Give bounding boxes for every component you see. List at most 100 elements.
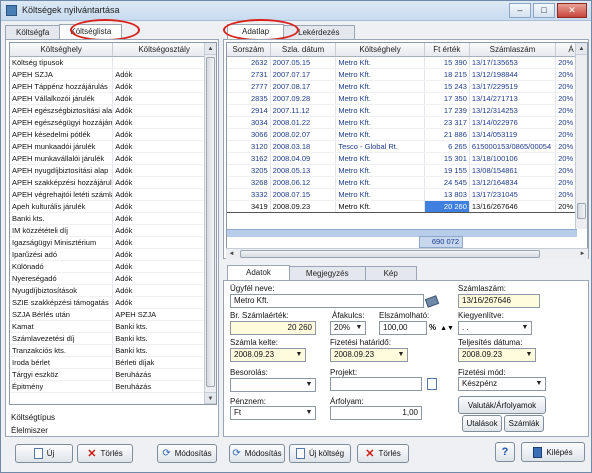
left-delete-button[interactable]: ✕ Törlés <box>77 444 133 463</box>
table-row[interactable]: Nyugdíjbiztosítások Adók <box>10 284 216 297</box>
table-row[interactable]: 3034 2008.01.22 Metro Kft. 23 317 13/14/0229… <box>227 116 587 129</box>
left-new-button[interactable]: Új <box>15 444 73 463</box>
table-row[interactable]: Költség típusok <box>10 56 216 69</box>
table-row[interactable]: 3268 2008.06.12 Metro Kft. 24 545 13/12/1648… <box>227 176 587 189</box>
right-grid-hscrollbar[interactable]: ◄ ► <box>226 248 588 259</box>
kiegyenlitve-field[interactable]: . . ▼ <box>458 321 532 335</box>
table-row[interactable]: APEH munkaadói járulék Adók <box>10 140 216 153</box>
elszamolhato-field[interactable]: 100,00 <box>379 321 427 335</box>
table-row[interactable]: APEH szakképzési hozzájárulás Adók <box>10 176 216 189</box>
afakulcs-select[interactable]: 20% ▼ <box>330 321 366 335</box>
table-row[interactable]: 2777 2007.08.17 Metro Kft. 15 243 13/17/2295… <box>227 80 587 93</box>
close-button[interactable]: ✕ <box>557 3 587 18</box>
column-header-szamlaszam[interactable]: Számlaszám <box>469 43 557 57</box>
table-row[interactable]: Számlavezetési díj Banki kts. <box>10 332 216 345</box>
table-row[interactable]: Banki kts. Adók <box>10 212 216 225</box>
chevron-down-icon[interactable]: ▼ <box>523 349 535 361</box>
chevron-down-icon[interactable]: ▼ <box>395 349 407 361</box>
szamlak-button[interactable]: Számlák <box>504 415 544 432</box>
column-header-koltseghely[interactable]: Költséghely <box>335 43 425 57</box>
table-row[interactable]: APEH végrehajtói letéti számla Adók <box>10 188 216 201</box>
card-icon[interactable] <box>424 294 440 308</box>
chevron-down-icon[interactable]: ▼ <box>533 378 545 390</box>
table-row[interactable]: Iroda bérlet Bérleti díjak <box>10 356 216 369</box>
table-row[interactable]: 3162 2008.04.09 Metro Kft. 15 301 13/18/1001… <box>227 152 587 165</box>
column-header-ft-ertek[interactable]: Ft érték <box>424 43 470 57</box>
tab-adatok[interactable]: Adatok <box>227 265 290 280</box>
arfolyam-field[interactable]: 1,00 <box>330 406 422 420</box>
new-cost-button[interactable]: Új költség <box>289 444 351 463</box>
table-row[interactable]: Nyereségadó Adók <box>10 272 216 285</box>
table-row[interactable]: Iparűzési adó Adók <box>10 248 216 261</box>
right-grid-scrollbar[interactable]: ▲ <box>575 43 587 229</box>
scroll-thumb[interactable] <box>206 57 215 387</box>
table-row[interactable]: APEH SZJA Adók <box>10 68 216 81</box>
table-row[interactable]: 2835 2007.09.28 Metro Kft. 17 350 13/14/2717… <box>227 92 587 105</box>
table-row[interactable]: Kamat Banki kts. <box>10 320 216 333</box>
chevron-down-icon[interactable]: ▼ <box>353 322 365 334</box>
szamlaszam-field[interactable]: 13/16/267646 <box>458 294 540 308</box>
help-button[interactable]: ? <box>495 442 515 462</box>
left-modify-button[interactable]: ⟳ Módosítás <box>157 444 217 463</box>
table-row[interactable]: Tárgyi eszköz Beruházás <box>10 368 216 381</box>
column-header-szla-datum[interactable]: Szla. dátum <box>270 43 337 57</box>
table-row[interactable]: 3419 2008.09.23 Metro Kft. 20 260 13/16/2676… <box>227 199 587 213</box>
scroll-up-icon[interactable]: ▲ <box>576 43 587 55</box>
chevron-down-icon[interactable]: ▼ <box>303 379 315 391</box>
ugyfel-field[interactable]: Metro Kft. <box>230 294 424 308</box>
fizetesi-mod-select[interactable]: Készpénz ▼ <box>458 377 546 391</box>
table-row[interactable]: APEH egészségbiztosítási alap Adók <box>10 104 216 117</box>
spin-icon[interactable]: ▲▼ <box>440 321 454 335</box>
chevron-down-icon[interactable]: ▼ <box>303 407 315 419</box>
table-row[interactable]: Tranzakciós kts. Banki kts. <box>10 344 216 357</box>
column-header-sorszam[interactable]: Sorszám <box>227 43 271 57</box>
table-row[interactable]: Különadó Adók <box>10 260 216 273</box>
scroll-thumb[interactable] <box>577 203 586 219</box>
document-icon[interactable] <box>425 377 439 391</box>
scroll-down-icon[interactable]: ▼ <box>205 392 216 404</box>
table-row[interactable]: 3332 2008.07.15 Metro Kft. 13 803 13/17/2310… <box>227 188 587 201</box>
tab-kep[interactable]: Kép <box>364 266 417 280</box>
table-row[interactable]: Épitmény Beruházás <box>10 380 216 393</box>
table-row[interactable]: 2731 2007.07.17 Metro Kft. 18 215 13/12/1988… <box>227 68 587 81</box>
hscroll-thumb[interactable] <box>240 250 540 258</box>
table-row[interactable]: APEH Vállalkozói járulék Adók <box>10 92 216 105</box>
table-row[interactable]: APEH nyugdíjbiztosítási alap Adók <box>10 164 216 177</box>
br-szamlaertek-field[interactable]: 20 260 <box>230 321 316 335</box>
scroll-right-icon[interactable]: ► <box>577 249 588 259</box>
szamla-kelte-field[interactable]: 2008.09.23 ▼ <box>230 348 306 362</box>
penznem-select[interactable]: Ft ▼ <box>230 406 316 420</box>
table-row[interactable]: SZJA Bérlés után APEH SZJA <box>10 308 216 321</box>
table-row[interactable]: IM közzétételi díj Adók <box>10 224 216 237</box>
cost-list-grid[interactable]: Költséghely Költségosztály Költség típus… <box>9 42 217 405</box>
minimize-button[interactable]: – <box>509 3 531 18</box>
maximize-button[interactable]: □ <box>533 3 555 18</box>
chevron-down-icon[interactable]: ▼ <box>519 322 531 334</box>
tab-koltsegfa[interactable]: Költségfa <box>5 25 61 39</box>
table-row[interactable]: APEH egészségügyi hozzájárulásAdók <box>10 116 216 129</box>
table-row[interactable]: 3066 2008.02.07 Metro Kft. 21 886 13/14/0531… <box>227 128 587 141</box>
table-row[interactable]: SZIE szakképzési támogatás Adók <box>10 296 216 309</box>
delete-button[interactable]: ✕ Törlés <box>357 444 409 463</box>
left-grid-scrollbar[interactable]: ▲ ▼ <box>204 43 216 404</box>
exit-button[interactable]: Kilépés <box>521 442 585 462</box>
fizetesi-hatarido-field[interactable]: 2008.09.23 ▼ <box>330 348 408 362</box>
projekt-field[interactable] <box>330 377 422 391</box>
scroll-left-icon[interactable]: ◄ <box>226 249 237 259</box>
cost-records-grid[interactable]: Sorszám Szla. dátum Költséghely Ft érték… <box>226 42 588 250</box>
utalasok-button[interactable]: Utalások <box>462 415 502 432</box>
tab-megjegyzes[interactable]: Megjegyzés <box>288 266 366 280</box>
besorolas-select[interactable]: ▼ <box>230 378 316 392</box>
modify-button[interactable]: ⟳ Módosítás <box>229 444 285 463</box>
teljesites-datuma-field[interactable]: 2008.09.23 ▼ <box>458 348 536 362</box>
table-row[interactable]: APEH késedelmi pótlék Adók <box>10 128 216 141</box>
table-row[interactable]: 3205 2008.05.13 Metro Kft. 19 155 13/08/1548… <box>227 164 587 177</box>
valutak-arfolyamok-button[interactable]: Valuták/Árfolyamok <box>458 396 546 414</box>
table-row[interactable]: Apeh kulturális járulék Adók <box>10 200 216 213</box>
table-row[interactable]: APEH munkavállalói járulék Adók <box>10 152 216 165</box>
table-row[interactable]: 2632 2007.05.15 Metro Kft. 15 390 13/17/1356… <box>227 56 587 69</box>
table-row[interactable]: 3120 2008.03.18 Tesco - Global Rt. 6 265 615… <box>227 140 587 153</box>
table-row[interactable]: 2914 2007.11.12 Metro Kft. 17 239 13/12/3142… <box>227 104 587 117</box>
chevron-down-icon[interactable]: ▼ <box>293 349 305 361</box>
column-header-koltseghely[interactable]: Költséghely <box>10 43 114 57</box>
